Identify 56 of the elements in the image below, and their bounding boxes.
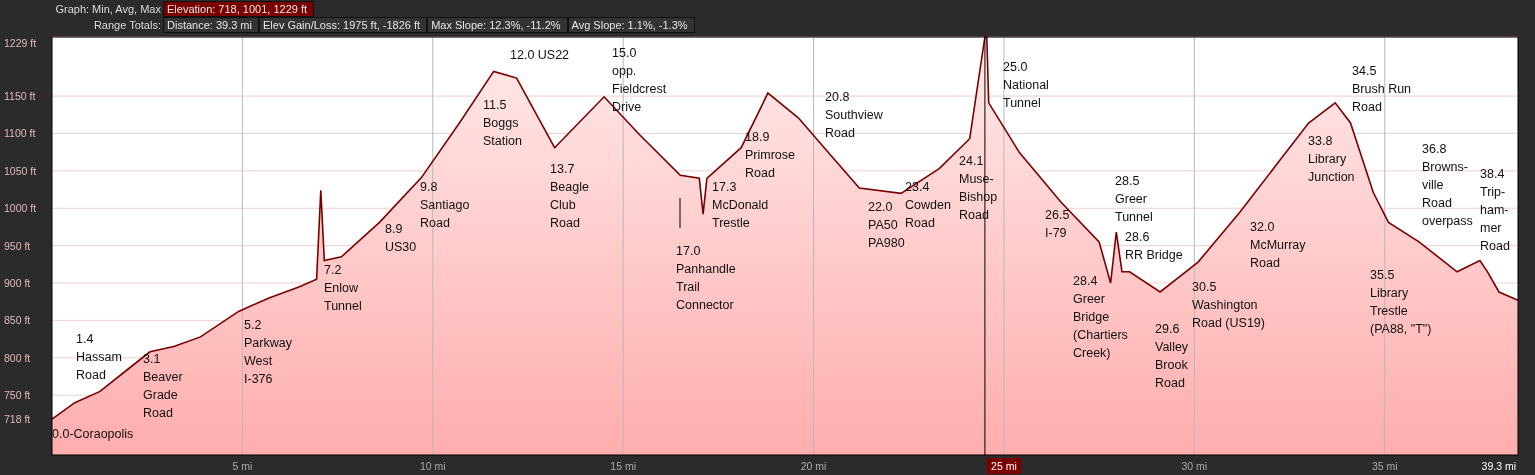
axis-tick-label: 750 ft: [4, 389, 31, 402]
waypoint-label: 26.5 I-79: [1045, 208, 1070, 240]
waypoint-label: 28.4 Greer Bridge (Chartiers Creek): [1073, 274, 1128, 360]
waypoint-label: 8.9 US30: [385, 222, 417, 254]
elevation-stat[interactable]: Elevation: 718, 1001, 1229 ft: [163, 1, 315, 17]
waypoint-label: 0.0-Coraopolis: [52, 427, 134, 441]
range-totals-label: Range Totals:: [92, 18, 162, 33]
axis-tick-label: 950 ft: [4, 239, 31, 252]
waypoint-label: 34.5 Brush Run Road: [1352, 64, 1412, 114]
waypoint-label: 29.6 Valley Brook Road: [1155, 322, 1189, 390]
axis-tick-label: 850 ft: [4, 314, 31, 327]
waypoint-label: 12.0 US22: [510, 48, 570, 62]
waypoint-label: 18.9 Primrose Road: [745, 130, 795, 180]
waypoint-label: 20.8 Southview Road: [825, 90, 883, 140]
waypoint-label: 22.0 PA50 PA980: [868, 200, 905, 250]
axis-tick-label: 30 mi: [1181, 460, 1208, 472]
axis-tick-label: 718 ft: [4, 413, 31, 426]
total-distance-label: 39.3 mi: [1481, 460, 1516, 472]
waypoint-label: 33.8 Library Junction: [1308, 134, 1355, 184]
waypoint-label: 15.0 opp. Fieldcrest Drive: [612, 46, 667, 114]
axis-tick-label: 5 mi: [232, 460, 253, 472]
axis-tick-label: 900 ft: [4, 277, 31, 289]
waypoint-label: 28.5 Greer Tunnel: [1115, 174, 1153, 224]
range-total-stat[interactable]: Elev Gain/Loss: 1975 ft, -1826 ft: [259, 17, 428, 33]
waypoint-label: 35.5 Library Trestle (PA88, "T"): [1370, 268, 1432, 336]
axis-tick-label: 25 mi: [986, 458, 1021, 474]
waypoint-label: 30.5 Washington Road (US19): [1192, 280, 1265, 330]
waypoint-label: 13.7 Beagle Club Road: [550, 162, 589, 230]
waypoint-label: 5.2 Parkway West I-376: [244, 318, 292, 386]
x-tick-label: 25 mi: [991, 460, 1017, 472]
axis-tick-label: 20 mi: [800, 460, 827, 472]
axis-tick-label: 800 ft: [4, 351, 31, 364]
range-total-stat[interactable]: Distance: 39.3 mi: [163, 17, 259, 33]
waypoint-label: 25.0 National Tunnel: [1003, 60, 1049, 110]
axis-tick-label: 1150 ft: [4, 90, 36, 103]
waypoint-label: 28.6 RR Bridge: [1125, 230, 1183, 262]
range-total-stat[interactable]: Avg Slope: 1.1%, -1.3%: [567, 17, 695, 33]
waypoint-label: 11.5 Boggs Station: [483, 98, 522, 148]
axis-tick-label: 1000 ft: [4, 202, 37, 215]
axis-tick-label: 15 mi: [610, 460, 636, 472]
waypoint-label: 32.0 McMurray Road: [1250, 220, 1306, 270]
waypoint-label: 36.8 Browns- ville Road overpass: [1422, 142, 1473, 228]
axis-tick-label: 1100 ft: [4, 127, 36, 140]
range-total-stat[interactable]: Max Slope: 12.3%, -11.2%: [427, 17, 568, 33]
waypoint-label: 17.0 Panhandle Trail Connector: [676, 244, 736, 312]
axis-tick-label: 10 mi: [419, 460, 446, 472]
axis-tick-label: 1229 ft: [4, 37, 37, 49]
graph-label: Graph: Min, Avg, Max: [54, 2, 162, 17]
waypoint-label: 17.3 McDonald Trestle: [712, 180, 769, 230]
axis-tick-label: 1050 ft: [4, 164, 37, 177]
waypoint-label: 1.4 Hassam Road: [76, 332, 122, 382]
waypoint-label: 7.2 Enlow Tunnel: [324, 263, 362, 313]
waypoint-label: 38.4 Trip- ham- mer Road: [1480, 167, 1510, 253]
waypoint-label: 3.1 Beaver Grade Road: [143, 352, 183, 420]
axis-tick-label: 35 mi: [1371, 460, 1398, 472]
waypoint-label: 9.8 Santiago Road: [420, 180, 470, 230]
